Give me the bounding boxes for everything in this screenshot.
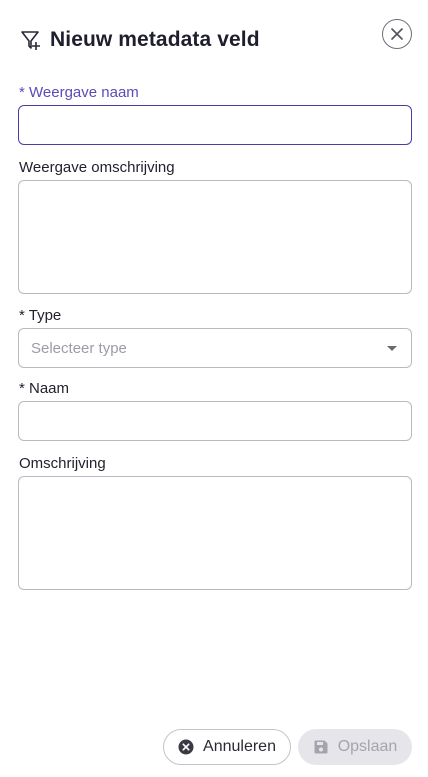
display-description-textarea[interactable]: [18, 180, 412, 294]
type-select[interactable]: Selecteer type: [18, 328, 412, 368]
display-name-input[interactable]: [18, 105, 412, 145]
save-icon: [313, 739, 329, 755]
name-label: * Naam: [19, 380, 70, 397]
description-label: Omschrijving: [19, 455, 106, 472]
close-button[interactable]: [382, 19, 412, 49]
dialog-header: Nieuw metadata veld: [20, 19, 412, 56]
save-button-label: Opslaan: [337, 738, 398, 755]
save-button[interactable]: Opslaan: [298, 729, 412, 765]
cancel-button-label: Annuleren: [203, 738, 276, 755]
cancel-button[interactable]: Annuleren: [163, 729, 291, 765]
description-textarea[interactable]: [18, 476, 412, 590]
metadata-field-dialog: Nieuw metadata veld * Weergave naam Weer…: [0, 0, 428, 777]
dialog-title: Nieuw metadata veld: [50, 28, 260, 51]
display-name-label: * Weergave naam: [19, 84, 139, 101]
chevron-down-icon: [387, 345, 397, 351]
close-icon: [390, 27, 404, 41]
type-select-placeholder: Selecteer type: [31, 339, 127, 357]
cancel-circle-icon: [178, 739, 194, 755]
name-input[interactable]: [18, 401, 412, 441]
type-label: * Type: [19, 307, 62, 324]
display-description-label: Weergave omschrijving: [19, 159, 175, 176]
filter-add-icon: [20, 29, 42, 51]
